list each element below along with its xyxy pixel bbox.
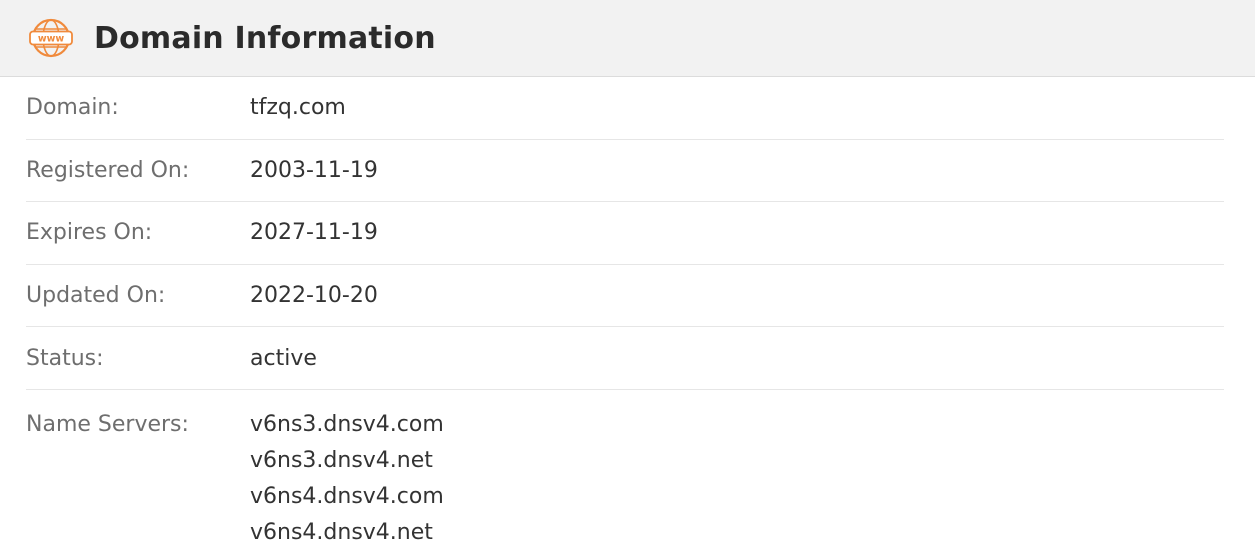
domain-information-panel: www Domain Information Domain: tfzq.com …	[0, 0, 1255, 553]
name-server-item: v6ns3.dnsv4.net	[250, 447, 433, 473]
page-title: Domain Information	[94, 20, 436, 56]
row-value: 2027-11-19	[250, 220, 378, 246]
www-icon-text: www	[38, 34, 65, 45]
www-globe-icon: www	[28, 18, 74, 58]
name-server-item: v6ns4.dnsv4.net	[250, 519, 433, 545]
info-row-domain: Domain: tfzq.com	[26, 77, 1224, 140]
info-row-name-servers: Name Servers: v6ns3.dnsv4.com v6ns3.dnsv…	[26, 390, 1224, 551]
row-label: Name Servers:	[26, 411, 189, 437]
panel-header: www Domain Information	[0, 0, 1255, 77]
row-label: Updated On:	[26, 283, 166, 309]
row-value: 2003-11-19	[250, 157, 378, 183]
name-server-item: v6ns3.dnsv4.com	[250, 411, 444, 437]
row-label: Expires On:	[26, 220, 153, 246]
row-label: Domain:	[26, 95, 119, 121]
domain-info-table: Domain: tfzq.com Registered On: 2003-11-…	[26, 77, 1224, 551]
info-row-status: Status: active	[26, 327, 1224, 390]
info-row-updated-on: Updated On: 2022-10-20	[26, 265, 1224, 328]
row-value: 2022-10-20	[250, 283, 378, 309]
row-value: tfzq.com	[250, 95, 346, 121]
info-row-registered-on: Registered On: 2003-11-19	[26, 140, 1224, 203]
status-value: active	[250, 345, 317, 371]
name-server-item: v6ns4.dnsv4.com	[250, 483, 444, 509]
row-label: Registered On:	[26, 157, 190, 183]
name-server-list: v6ns3.dnsv4.com v6ns3.dnsv4.net v6ns4.dn…	[250, 407, 444, 551]
info-row-expires-on: Expires On: 2027-11-19	[26, 202, 1224, 265]
row-label: Status:	[26, 345, 104, 371]
